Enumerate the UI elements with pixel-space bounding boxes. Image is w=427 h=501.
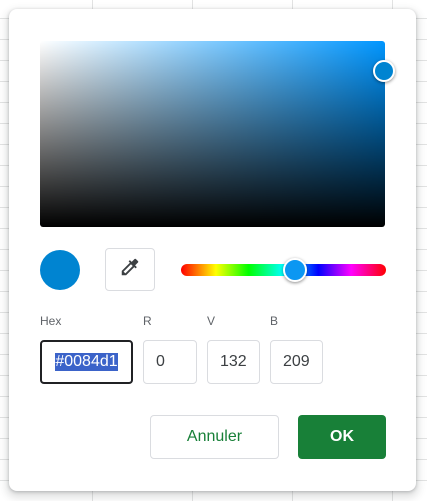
hue-slider-thumb[interactable]	[283, 258, 307, 282]
eyedropper-button[interactable]	[105, 248, 155, 291]
selected-color-swatch	[40, 250, 80, 290]
hex-input[interactable]	[40, 340, 133, 384]
b-input[interactable]	[270, 340, 323, 384]
v-input[interactable]	[207, 340, 260, 384]
cancel-button[interactable]: Annuler	[150, 415, 279, 459]
hex-label: Hex	[40, 314, 62, 328]
r-input[interactable]	[143, 340, 197, 384]
saturation-brightness-handle[interactable]	[373, 60, 395, 82]
b-label: B	[270, 314, 279, 328]
color-picker-dialog: Hex R V B Annuler OK	[9, 9, 416, 491]
eyedropper-icon	[119, 256, 141, 283]
v-label: V	[207, 314, 216, 328]
ok-button[interactable]: OK	[298, 415, 386, 459]
saturation-brightness-area[interactable]	[40, 41, 385, 227]
r-label: R	[143, 314, 152, 328]
